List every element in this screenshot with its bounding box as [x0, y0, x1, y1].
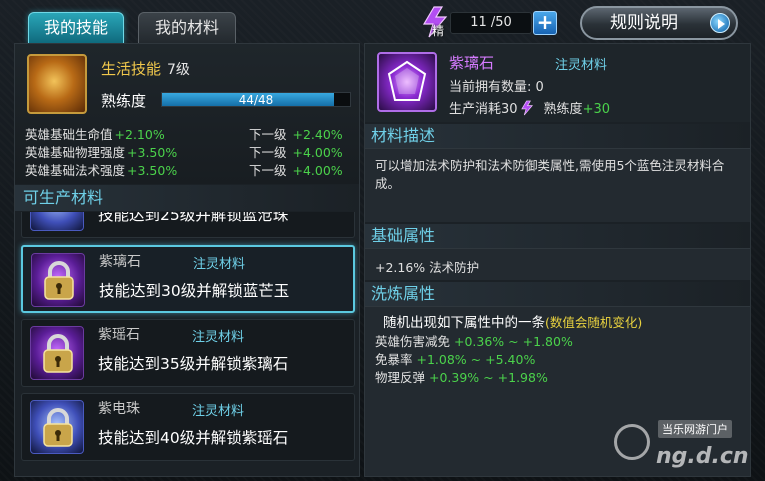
wash-attr-min: +1.08% [416, 352, 467, 367]
rules-button-label: 规则说明 [610, 13, 678, 33]
energy-label: 精 [432, 24, 445, 38]
list-item[interactable]: 紫瑶石 注灵材料 技能达到35级并解锁紫璃石 [21, 319, 355, 387]
lock-icon [43, 334, 73, 373]
detail-name: 紫璃石 [449, 54, 495, 72]
wash-attr-row: 物理反弹 +0.39% ~ +1.98% [365, 369, 750, 387]
stat-row: 英雄基础生命值 +2.10% 下一级 +2.40% [25, 124, 355, 142]
material-requirement: 技能达到25级并解锁蓝沧珠 [98, 212, 289, 224]
wash-attr-row: 免暴率 +1.08% ~ +5.40% [365, 351, 750, 369]
tab-my-materials[interactable]: 我的材料 [138, 12, 236, 44]
skill-level: 7级 [167, 62, 190, 78]
material-thumb [30, 326, 84, 380]
wash-attr-name: 英雄伤害减免 [375, 334, 451, 349]
material-requirement: 技能达到30级并解锁蓝芒玉 [99, 282, 290, 300]
stat-value: +2.10% [114, 127, 165, 142]
add-energy-button[interactable]: + [533, 11, 557, 35]
material-thumb [30, 212, 84, 231]
wash-attr-min: +0.39% [429, 370, 480, 385]
skill-name: 生活技能 7级 [101, 58, 190, 79]
material-list[interactable]: 技能达到25级并解锁蓝沧珠 紫璃石 注灵材料 技能达到30级并解锁蓝芒玉 紫瑶石… [15, 212, 359, 476]
tab-my-skills[interactable]: 我的技能 [28, 12, 124, 44]
material-thumb [30, 400, 84, 454]
skill-icon [27, 54, 87, 114]
stat-name: 英雄基础生命值 [25, 127, 113, 142]
material-thumb [31, 253, 85, 307]
crystal-icon [377, 52, 437, 112]
wash-attr-min: +0.36% [454, 334, 505, 349]
wash-attr-name: 免暴率 [375, 352, 413, 367]
lock-icon [44, 261, 74, 300]
detail-cost: 生产消耗30 熟练度+30 [449, 98, 610, 117]
stat-next-value: +4.00% [292, 145, 343, 160]
stat-next: 下一级 +4.00% [249, 142, 343, 161]
rules-button[interactable]: 规则说明 [580, 6, 738, 40]
material-desc-box: 可以增加法术防护和法术防御类属性,需使用5个蓝色注灵材料合成。 [365, 148, 750, 222]
material-requirement: 技能达到35级并解锁紫璃石 [98, 355, 289, 373]
wash-hint: (数值会随机变化) [545, 315, 643, 330]
wash-attr-max: +5.40% [485, 352, 536, 367]
material-type: 注灵材料 [192, 330, 245, 345]
list-item[interactable]: 紫璃石 注灵材料 技能达到30级并解锁蓝芒玉 [21, 245, 355, 313]
stat-next-value: +2.40% [292, 127, 343, 142]
stat-name: 英雄基础法术强度 [25, 163, 126, 178]
producible-materials-title: 可生产材料 [15, 185, 359, 211]
watermark-site: ng.d.cn [656, 444, 749, 469]
basic-attr-box: +2.16% 法术防护 [365, 248, 750, 280]
watermark-logo [614, 424, 650, 460]
list-item[interactable]: 紫电珠 注灵材料 技能达到40级并解锁紫瑶石 [21, 393, 355, 461]
material-detail-panel: 紫璃石 注灵材料 当前拥有数量: 0 生产消耗30 熟练度+30 材料描述 可以增… [364, 43, 751, 477]
wash-attr-sep: ~ [470, 352, 482, 367]
wash-attr-sep: ~ [508, 334, 519, 349]
material-desc: 可以增加法术防护和法术防御类属性,需使用5个蓝色注灵材料合成。 [375, 158, 725, 191]
basic-attr: +2.16% 法术防护 [375, 260, 480, 275]
material-name: 紫璃石 [99, 254, 141, 270]
stat-next-label: 下一级 [249, 127, 287, 142]
material-desc-title: 材料描述 [365, 124, 750, 148]
cost-prof-value: +30 [582, 102, 610, 117]
wash-attr-sep: ~ [483, 370, 494, 385]
wash-attr-name: 物理反弹 [375, 370, 426, 385]
detail-owned: 当前拥有数量: 0 [449, 80, 544, 95]
wash-intro-text: 随机出现如下属性中的一条 [383, 315, 545, 331]
skill-panel: 生活技能 7级 熟练度 44/48 英雄基础生命值 +2.10% 下一级 +2.40… [14, 43, 360, 477]
wash-attr-max: +1.98% [497, 370, 548, 385]
skill-name-text: 生活技能 [101, 60, 162, 78]
detail-type: 注灵材料 [555, 58, 608, 73]
wash-attr-row: 英雄伤害减免 +0.36% ~ +1.80% [365, 333, 750, 351]
wash-intro: 随机出现如下属性中的一条(数值会随机变化) [365, 313, 750, 333]
stat-row: 英雄基础法术强度 +3.50% 下一级 +4.00% [25, 160, 355, 178]
material-name: 紫瑶石 [98, 327, 140, 343]
stat-next: 下一级 +4.00% [249, 160, 343, 179]
material-type: 注灵材料 [192, 404, 245, 419]
skill-header: 生活技能 7级 熟练度 44/48 英雄基础生命值 +2.10% 下一级 +2.40… [15, 44, 359, 184]
proficiency-text: 44/48 [238, 93, 274, 107]
cost-text: 生产消耗30 [449, 102, 518, 117]
proficiency-label: 熟练度 [101, 92, 147, 110]
material-name: 紫电珠 [98, 401, 140, 417]
lightning-icon [520, 100, 533, 116]
proficiency-bar: 44/48 [161, 92, 351, 107]
watermark-tag: 当乐网游门户 [658, 420, 732, 438]
stat-value: +3.50% [127, 163, 178, 178]
stat-next-value: +4.00% [292, 163, 343, 178]
stat-next: 下一级 +2.40% [249, 124, 343, 143]
gem-icon [387, 60, 427, 101]
stat-value: +3.50% [127, 145, 178, 160]
material-requirement: 技能达到40级并解锁紫瑶石 [98, 429, 289, 447]
lock-icon [43, 408, 73, 447]
stat-next-label: 下一级 [249, 145, 287, 160]
wash-attr-title: 洗炼属性 [365, 282, 750, 306]
stat-next-label: 下一级 [249, 163, 287, 178]
basic-attr-title: 基础属性 [365, 224, 750, 248]
wash-attr-max: +1.80% [522, 334, 573, 349]
stat-name: 英雄基础物理强度 [25, 145, 126, 160]
energy-counter: 11 /50 [450, 12, 532, 34]
detail-header: 紫璃石 注灵材料 当前拥有数量: 0 生产消耗30 熟练度+30 [365, 44, 750, 122]
stat-row: 英雄基础物理强度 +3.50% 下一级 +4.00% [25, 142, 355, 160]
arrow-right-icon [710, 13, 730, 33]
cost-prof-label: 熟练度 [543, 102, 583, 117]
list-item[interactable]: 技能达到25级并解锁蓝沧珠 [21, 212, 355, 238]
material-type: 注灵材料 [193, 257, 246, 272]
